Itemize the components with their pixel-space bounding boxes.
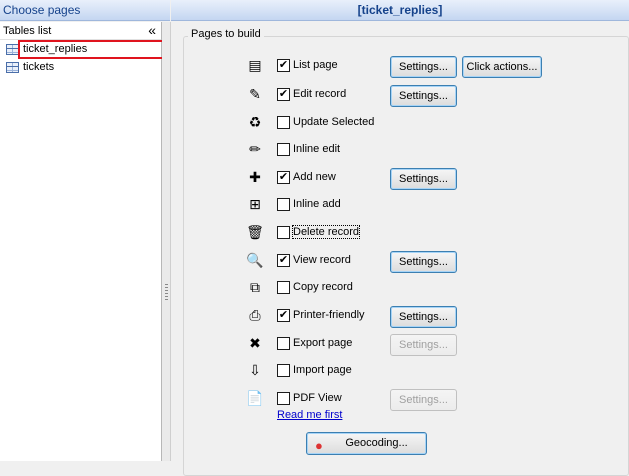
checkbox[interactable] — [277, 364, 290, 377]
checkbox-label[interactable]: Delete record — [291, 225, 361, 239]
page-row-list-page: ▤ ✔ List page Settings... Click actions... — [172, 56, 629, 78]
page-row-inline-edit: ✏ Inline edit — [172, 140, 629, 162]
checkbox[interactable]: ✔ — [277, 254, 290, 267]
checkbox[interactable] — [277, 143, 290, 156]
list-page-icon: ▤ — [248, 57, 262, 73]
settings-button[interactable]: Settings... — [390, 56, 457, 78]
checkbox[interactable] — [277, 392, 290, 405]
splitter-grip-icon[interactable] — [165, 284, 168, 302]
checkbox-label[interactable]: Export page — [293, 337, 352, 349]
page-row-update-selected: ♻ Update Selected — [172, 113, 629, 135]
checkbox[interactable] — [277, 226, 290, 239]
page-row-import-page: ⇩ Import page — [172, 361, 629, 383]
tree-item-label: tickets — [23, 61, 55, 73]
current-table-title: [ticket_replies] — [357, 3, 443, 17]
map-pin-icon: ● — [315, 438, 323, 453]
checkbox-label[interactable]: Import page — [293, 364, 352, 376]
page-row-delete-record: 🗑 Delete record — [172, 223, 629, 245]
settings-button[interactable]: Settings... — [390, 389, 457, 411]
geocoding-label: Geocoding... — [345, 437, 408, 449]
collapse-panel-icon[interactable]: « — [148, 22, 156, 38]
checkbox-label[interactable]: Edit record — [293, 88, 346, 100]
settings-button[interactable]: Settings... — [390, 251, 457, 273]
page-row-pdf: 📄 PDF View Settings... — [172, 389, 629, 411]
pdf-icon: 📄 — [246, 390, 264, 406]
table-title-header: [ticket_replies] — [171, 0, 629, 21]
choose-pages-title: Choose pages — [3, 3, 81, 17]
page-row-excel-export: ✖ Export page Settings... — [172, 334, 629, 356]
selection-highlight — [18, 40, 164, 59]
delete-record-icon: 🗑 — [246, 224, 264, 240]
checkbox[interactable]: ✔ — [277, 171, 290, 184]
checkbox[interactable] — [277, 116, 290, 129]
checkbox-label[interactable]: PDF View — [293, 392, 342, 404]
settings-button[interactable]: Settings... — [390, 306, 457, 328]
checkbox[interactable] — [277, 337, 290, 350]
page-row-inline-add: ⊞ Inline add — [172, 195, 629, 217]
printer-icon: ⎙ — [249, 307, 261, 323]
checkbox-label[interactable]: Update Selected — [293, 116, 374, 128]
page-row-edit-record: ✎ ✔ Edit record Settings... — [172, 85, 629, 107]
settings-button[interactable]: Settings... — [390, 334, 457, 356]
choose-pages-header: Choose pages — [0, 0, 170, 21]
import-page-icon: ⇩ — [249, 362, 261, 378]
checkbox[interactable] — [277, 281, 290, 294]
add-new-icon: ✚ — [249, 169, 261, 185]
page-row-printer: ⎙ ✔ Printer-friendly Settings... — [172, 306, 629, 328]
page-row-view-record: 🔍 ✔ View record Settings... — [172, 251, 629, 273]
pages-main-panel: Pages to build ▤ ✔ List page Settings... Cli… — [172, 22, 629, 476]
checkbox-label[interactable]: Inline add — [293, 198, 341, 210]
tables-list-label: Tables list — [3, 25, 52, 37]
pages-to-build-title: Pages to build — [188, 28, 264, 40]
click-actions-button[interactable]: Click actions... — [462, 56, 542, 78]
checkbox-label[interactable]: View record — [293, 254, 351, 266]
page-row-copy-record: ⧉ Copy record — [172, 278, 629, 300]
checkbox[interactable] — [277, 198, 290, 211]
checkbox[interactable]: ✔ — [277, 309, 290, 322]
checkbox-label[interactable]: Copy record — [293, 281, 353, 293]
tables-list-panel: Tables list « ticket_replies tickets — [0, 22, 164, 461]
checkbox[interactable]: ✔ — [277, 59, 290, 72]
settings-button[interactable]: Settings... — [390, 85, 457, 107]
inline-add-icon: ⊞ — [249, 196, 261, 212]
tables-list-toolbar: Tables list « — [0, 22, 161, 40]
checkbox-label[interactable]: Inline edit — [293, 143, 340, 155]
edit-record-icon: ✎ — [249, 86, 261, 102]
settings-button[interactable]: Settings... — [390, 168, 457, 190]
checkbox-label[interactable]: Printer-friendly — [293, 309, 365, 321]
geocoding-button[interactable]: ● Geocoding... — [306, 432, 427, 455]
checkbox[interactable]: ✔ — [277, 88, 290, 101]
checkbox-label[interactable]: List page — [293, 59, 338, 71]
read-me-first-link[interactable]: Read me first — [277, 409, 342, 421]
tree-item-tickets[interactable]: tickets — [4, 59, 159, 77]
page-row-add-new: ✚ ✔ Add new Settings... — [172, 168, 629, 190]
checkbox-label[interactable]: Add new — [293, 171, 336, 183]
table-icon — [6, 62, 19, 73]
update-selected-icon: ♻ — [248, 114, 262, 130]
excel-export-icon: ✖ — [249, 335, 261, 351]
inline-edit-icon: ✏ — [249, 141, 261, 157]
tree-item-ticket-replies[interactable]: ticket_replies — [4, 40, 164, 59]
panel-splitter[interactable] — [162, 22, 171, 461]
view-record-icon: 🔍 — [246, 252, 264, 268]
copy-record-icon: ⧉ — [250, 279, 260, 295]
